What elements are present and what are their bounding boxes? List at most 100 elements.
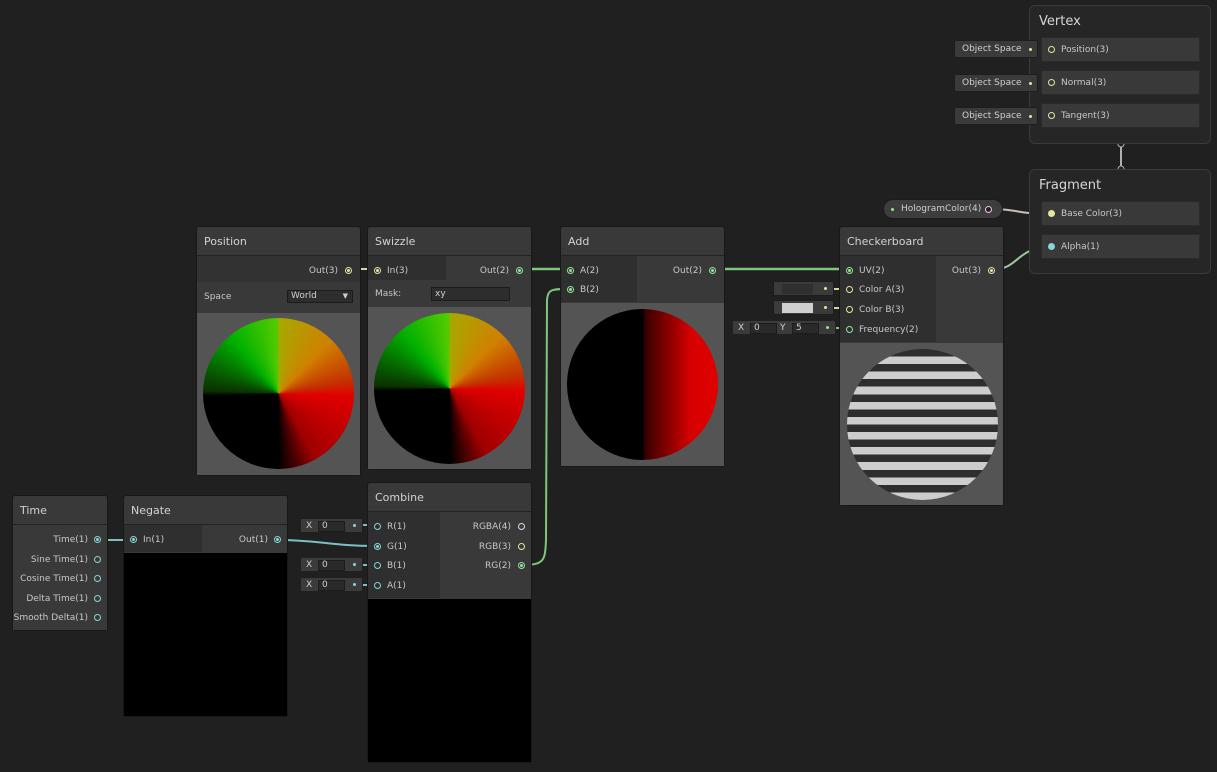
vec4-port-icon[interactable]	[518, 523, 525, 530]
vertex-context[interactable]: Vertex Position(3) Normal(3) Tangent(3)	[1029, 5, 1211, 144]
vertex-title: Vertex	[1039, 14, 1081, 29]
output-port-out[interactable]: Out(2)	[673, 264, 716, 278]
vec1-port-icon[interactable]	[274, 536, 281, 543]
connector-dot	[826, 326, 829, 329]
object-space-tangent[interactable]: Object Space	[954, 107, 1038, 125]
vec1-port-icon[interactable]	[1048, 243, 1055, 250]
input-port-frequency[interactable]: Frequency(2)	[846, 323, 918, 337]
vertex-slot-tangent[interactable]: Tangent(3)	[1041, 103, 1200, 128]
output-port-sine-time[interactable]: Sine Time(1)	[31, 553, 101, 567]
swizzle-node[interactable]: Swizzle In(3) Out(2) Mask: xy	[367, 226, 532, 470]
vec1-port-icon[interactable]	[94, 556, 101, 563]
b-value[interactable]: 0	[318, 560, 345, 571]
vec2-port-icon[interactable]	[518, 562, 525, 569]
vertex-slot-position[interactable]: Position(3)	[1041, 37, 1200, 62]
object-space-position[interactable]: Object Space	[954, 40, 1038, 58]
vec1-port-icon[interactable]	[374, 523, 381, 530]
vec1-port-icon[interactable]	[374, 543, 381, 550]
vec3-port-icon[interactable]	[846, 286, 853, 293]
frequency-field[interactable]: X 0 Y 5	[732, 320, 836, 335]
color-a-swatch[interactable]	[782, 284, 813, 294]
vec1-port-icon[interactable]	[374, 562, 381, 569]
node-title[interactable]: Swizzle	[368, 227, 531, 256]
output-port-out[interactable]: Out(1)	[239, 533, 281, 547]
vec3-port-icon[interactable]	[1048, 79, 1055, 86]
fragment-slot-base-color[interactable]: Base Color(3)	[1041, 201, 1200, 226]
vec2-port-icon[interactable]	[516, 267, 523, 274]
vec3-port-icon[interactable]	[374, 267, 381, 274]
node-title[interactable]: Position	[197, 227, 360, 256]
output-port-cosine-time[interactable]: Cosine Time(1)	[20, 572, 101, 586]
vec3-port-icon[interactable]	[345, 267, 352, 274]
space-dropdown[interactable]: World ▼	[287, 290, 353, 303]
vec1-port-icon[interactable]	[130, 536, 137, 543]
output-port-rg[interactable]: RG(2)	[485, 559, 525, 573]
output-port-smooth-delta[interactable]: Smooth Delta(1)	[14, 611, 101, 625]
a-value[interactable]: 0	[318, 580, 345, 591]
mask-input[interactable]: xy	[431, 287, 510, 301]
node-title[interactable]: Time	[13, 496, 107, 525]
output-port-rgb[interactable]: RGB(3)	[479, 540, 525, 554]
combine-node[interactable]: Combine R(1) G(1) B(1) A(1) RGBA(4) RGB(…	[367, 482, 532, 763]
y-value[interactable]: 5	[792, 323, 819, 334]
input-port-uv[interactable]: UV(2)	[846, 264, 885, 278]
output-port-out[interactable]: Out(3)	[952, 264, 995, 278]
vec3-port-icon[interactable]	[1048, 112, 1055, 119]
output-port-out[interactable]: Out(3)	[309, 264, 352, 278]
vec3-port-icon[interactable]	[1048, 46, 1055, 53]
node-title[interactable]: Checkerboard	[840, 227, 1003, 256]
r-input-field[interactable]: X 0	[300, 518, 363, 533]
color-b-field[interactable]	[773, 300, 834, 315]
vec3-port-icon[interactable]	[846, 306, 853, 313]
vec1-port-icon[interactable]	[94, 595, 101, 602]
negate-node[interactable]: Negate In(1) Out(1)	[123, 495, 288, 717]
r-value[interactable]: 0	[318, 521, 345, 532]
input-port-r[interactable]: R(1)	[374, 520, 406, 534]
fragment-slot-alpha[interactable]: Alpha(1)	[1041, 234, 1200, 259]
add-node[interactable]: Add A(2) B(2) Out(2)	[560, 226, 725, 467]
vec3-port-icon[interactable]	[988, 267, 995, 274]
vec1-port-icon[interactable]	[374, 582, 381, 589]
node-title[interactable]: Negate	[124, 496, 287, 525]
color-a-field[interactable]	[773, 281, 834, 296]
input-port-a[interactable]: A(1)	[374, 579, 406, 593]
vec3-port-icon[interactable]	[1048, 210, 1055, 217]
input-port-in[interactable]: In(3)	[374, 264, 408, 278]
vec1-port-icon[interactable]	[94, 536, 101, 543]
port-label: Cosine Time(1)	[20, 574, 88, 584]
vec4-port-icon[interactable]	[985, 206, 992, 213]
b-input-field[interactable]: X 0	[300, 557, 363, 572]
output-port-out[interactable]: Out(2)	[480, 264, 523, 278]
fragment-context[interactable]: Fragment Base Color(3) Alpha(1)	[1029, 169, 1211, 274]
object-space-normal[interactable]: Object Space	[954, 74, 1038, 92]
x-value[interactable]: 0	[750, 323, 777, 334]
vec2-port-icon[interactable]	[846, 326, 853, 333]
input-port-in[interactable]: In(1)	[130, 533, 164, 547]
output-port-delta-time[interactable]: Delta Time(1)	[26, 592, 101, 606]
input-port-color-b[interactable]: Color B(3)	[846, 303, 904, 317]
a-input-field[interactable]: X 0	[300, 577, 363, 592]
vec1-port-icon[interactable]	[94, 575, 101, 582]
port-label: Color A(3)	[859, 285, 905, 295]
node-title[interactable]: Add	[561, 227, 724, 256]
input-port-color-a[interactable]: Color A(3)	[846, 283, 904, 297]
output-port-time[interactable]: Time(1)	[53, 533, 101, 547]
vec2-port-icon[interactable]	[709, 267, 716, 274]
vec2-port-icon[interactable]	[846, 267, 853, 274]
output-port-rgba[interactable]: RGBA(4)	[473, 520, 525, 534]
vec3-port-icon[interactable]	[518, 543, 525, 550]
vec2-port-icon[interactable]	[567, 267, 574, 274]
hologram-color-property[interactable]: HologramColor(4)	[883, 199, 1003, 219]
time-node[interactable]: Time Time(1) Sine Time(1) Cosine Time(1)…	[12, 495, 108, 631]
vertex-slot-normal[interactable]: Normal(3)	[1041, 70, 1200, 95]
checkerboard-node[interactable]: Checkerboard UV(2) Color A(3) Color B(3)…	[839, 226, 1004, 506]
input-port-a[interactable]: A(2)	[567, 264, 599, 278]
input-port-b[interactable]: B(1)	[374, 559, 406, 573]
input-port-b[interactable]: B(2)	[567, 283, 599, 297]
color-b-swatch[interactable]	[782, 303, 813, 313]
vec2-port-icon[interactable]	[567, 286, 574, 293]
position-node[interactable]: Position Out(3) Space World ▼	[196, 226, 361, 476]
vec1-port-icon[interactable]	[94, 614, 101, 621]
node-title[interactable]: Combine	[368, 483, 531, 512]
input-port-g[interactable]: G(1)	[374, 540, 407, 554]
